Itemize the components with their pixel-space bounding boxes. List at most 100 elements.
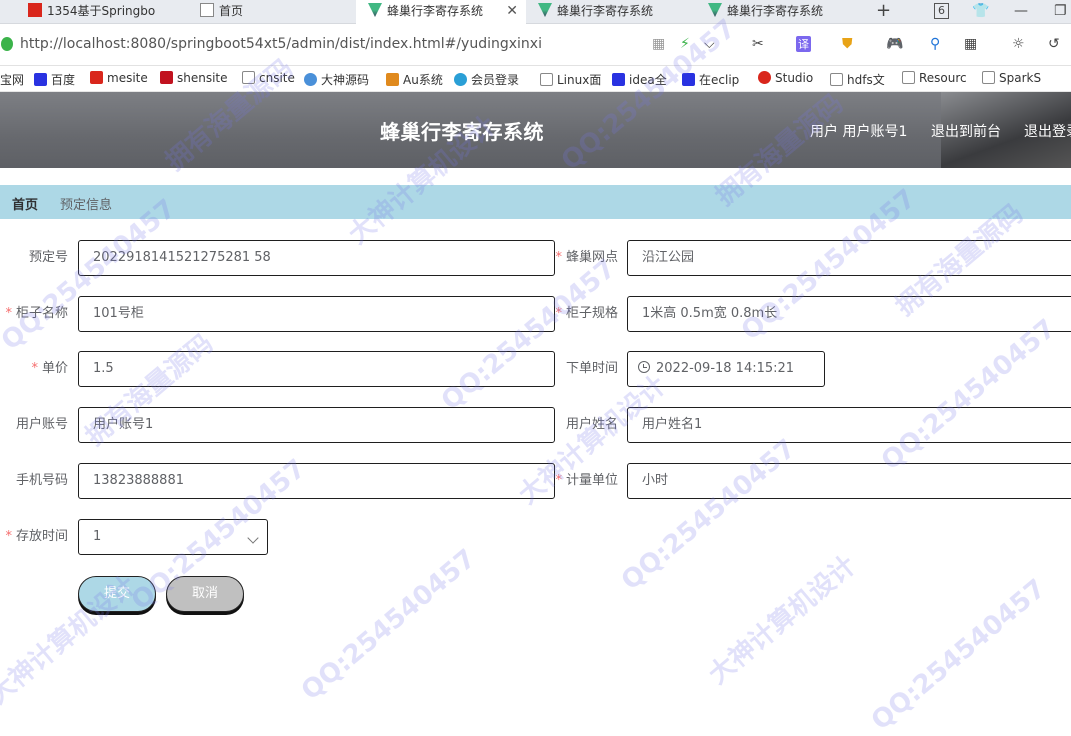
storage-time-select[interactable]: 1 <box>78 519 268 555</box>
breadcrumb-current: 预定信息 <box>60 198 113 213</box>
baidu-paw-icon <box>682 73 695 86</box>
locker-spec-field[interactable]: 1米高 0.5m宽 0.8m长 <box>627 296 1071 332</box>
shirt-icon[interactable]: 👕 <box>972 0 989 22</box>
unit-price-label: * 单价 <box>31 361 68 376</box>
locker-spec-label: * 柜子规格 <box>555 306 618 321</box>
tab-close-icon[interactable]: ✕ <box>506 0 518 22</box>
bookmark-item[interactable]: hdfs文 <box>830 71 885 88</box>
address-dropdown-icon[interactable]: ⌵ <box>704 36 715 52</box>
translate-icon[interactable]: 译 <box>796 36 811 52</box>
locker-name-label: * 柜子名称 <box>5 306 68 321</box>
restore-button[interactable]: ❐ <box>1054 0 1067 22</box>
watermark-text: QQ:254540457 <box>615 433 802 597</box>
bookmark-item[interactable]: mesite <box>90 71 148 85</box>
back-to-front-link[interactable]: 退出到前台 <box>931 121 1001 141</box>
unit-label: * 计量单位 <box>555 473 618 488</box>
browser-tab-5[interactable]: 蜂巢行李寄存系统 <box>708 0 858 24</box>
storage-time-value: 1 <box>93 529 102 544</box>
outlet-field[interactable]: 沿江公园 <box>627 240 1071 276</box>
secure-icon <box>1 37 13 51</box>
new-tab-button[interactable]: + <box>876 0 891 22</box>
bookmark-item[interactable]: 会员登录 <box>454 71 519 88</box>
bookmark-item[interactable]: idea全 <box>612 71 667 88</box>
brightness-icon[interactable]: ☼ <box>1012 36 1025 52</box>
vue-logo-icon <box>368 3 382 17</box>
cloud-icon <box>454 73 467 86</box>
current-user-label: 用户 用户账号1 <box>810 124 908 140</box>
browser-tab-1[interactable]: 1354基于Springbo <box>28 0 156 24</box>
tab-title: 蜂巢行李寄存系统 <box>387 4 484 18</box>
bookmark-item[interactable]: Resourc <box>902 71 967 85</box>
lightning-icon[interactable]: ⚡ <box>680 36 690 52</box>
browser-tab-4[interactable]: 蜂巢行李寄存系统 <box>538 0 688 24</box>
breadcrumb-home[interactable]: 首页 <box>12 194 38 213</box>
bookmark-item[interactable]: 大神源码 <box>304 71 369 88</box>
swirl-icon <box>304 73 317 86</box>
search-icon[interactable]: ⚲ <box>930 36 940 52</box>
scissors-icon[interactable]: ✂ <box>752 36 764 52</box>
url-field[interactable]: http://localhost:8080/springboot54xt5/ad… <box>20 36 542 52</box>
vue-logo-icon <box>708 3 722 17</box>
bookmark-item[interactable]: 在eclip <box>682 71 739 88</box>
form-row: 预定号 2022918141521275281 58 * 蜂巢网点 沿江公园 <box>0 240 1071 276</box>
page-icon <box>540 73 553 86</box>
clock-icon <box>638 361 650 373</box>
au-favicon-icon <box>386 73 399 86</box>
tab-title: 1354基于Springbo <box>47 4 156 18</box>
qr-icon[interactable]: ▦ <box>652 36 665 52</box>
gamepad-icon[interactable]: 🎮 <box>886 36 903 52</box>
storage-time-label: * 存放时间 <box>5 529 68 544</box>
bookmark-item[interactable]: Studio <box>758 71 813 85</box>
page-icon <box>830 73 843 86</box>
bookmark-item[interactable]: cnsite <box>242 71 295 85</box>
browser-tab-2[interactable]: 首页 <box>200 0 350 24</box>
page-icon <box>200 3 214 17</box>
shen-favicon-icon <box>160 71 173 84</box>
watermark-text: QQ:254540457 <box>435 253 622 417</box>
bookmark-item[interactable]: Linux面 <box>540 71 601 88</box>
user-name-field[interactable]: 用户姓名1 <box>627 407 1071 443</box>
booking-no-field[interactable]: 2022918141521275281 58 <box>78 240 555 276</box>
bookmark-item[interactable]: SparkS <box>982 71 1041 85</box>
site-favicon-icon <box>90 71 103 84</box>
bookmark-item[interactable]: 宝网 <box>0 71 24 88</box>
form-row: 用户账号 用户账号1 用户姓名 用户姓名1 <box>0 407 1071 443</box>
form-row: * 柜子名称 101号柜 * 柜子规格 1米高 0.5m宽 0.8m长 <box>0 296 1071 332</box>
watermark-text: QQ:254540457 <box>865 573 1052 736</box>
c-favicon-icon <box>758 71 771 84</box>
phone-field[interactable]: 13823888881 <box>78 463 555 499</box>
locker-name-field[interactable]: 101号柜 <box>78 296 555 332</box>
watermark-text: QQ:254540457 <box>295 543 482 707</box>
browser-tab-bar: 1354基于Springbo 首页 蜂巢行李寄存系统 ✕ 蜂巢行李寄存系统 蜂巢… <box>0 0 1071 24</box>
booking-no-label: 预定号 <box>28 250 68 265</box>
unit-price-field[interactable]: 1.5 <box>78 351 555 387</box>
order-time-picker[interactable]: 2022-09-18 14:15:21 <box>627 351 825 387</box>
apps-grid-icon[interactable]: ▦ <box>964 36 977 52</box>
undo-icon[interactable]: ↺ <box>1048 36 1060 52</box>
browser-tab-3-active[interactable]: 蜂巢行李寄存系统 ✕ <box>356 0 526 24</box>
vue-logo-icon <box>538 3 552 17</box>
logout-link[interactable]: 退出登录 <box>1024 121 1071 141</box>
tab-count-badge[interactable]: 6 <box>934 3 949 19</box>
coin-icon[interactable]: ⛊ <box>842 36 853 52</box>
tab-title: 蜂巢行李寄存系统 <box>557 4 654 18</box>
unit-field[interactable]: 小时 <box>627 463 1071 499</box>
system-title: 蜂巢行李寄存系统 <box>380 120 544 144</box>
baidu-paw-icon <box>34 73 47 86</box>
submit-button[interactable]: 提交 <box>78 576 156 612</box>
watermark-text: 大神计算机设计 <box>703 550 862 691</box>
bookmark-item[interactable]: Au系统 <box>386 71 443 88</box>
bookmark-item[interactable]: 百度 <box>34 71 75 88</box>
baidu-paw-icon <box>612 73 625 86</box>
order-time-label: 下单时间 <box>565 361 618 376</box>
user-account-label: 用户账号 <box>15 417 68 432</box>
tab-title: 蜂巢行李寄存系统 <box>727 4 824 18</box>
order-time-value: 2022-09-18 14:15:21 <box>656 361 795 376</box>
user-account-field[interactable]: 用户账号1 <box>78 407 555 443</box>
outlet-label: * 蜂巢网点 <box>555 250 618 265</box>
minimize-button[interactable]: — <box>1014 0 1028 22</box>
user-name-label: 用户姓名 <box>565 417 618 432</box>
bookmark-item[interactable]: shensite <box>160 71 228 85</box>
cancel-button[interactable]: 取消 <box>166 576 244 612</box>
form-row: * 存放时间 1 <box>0 519 1071 555</box>
